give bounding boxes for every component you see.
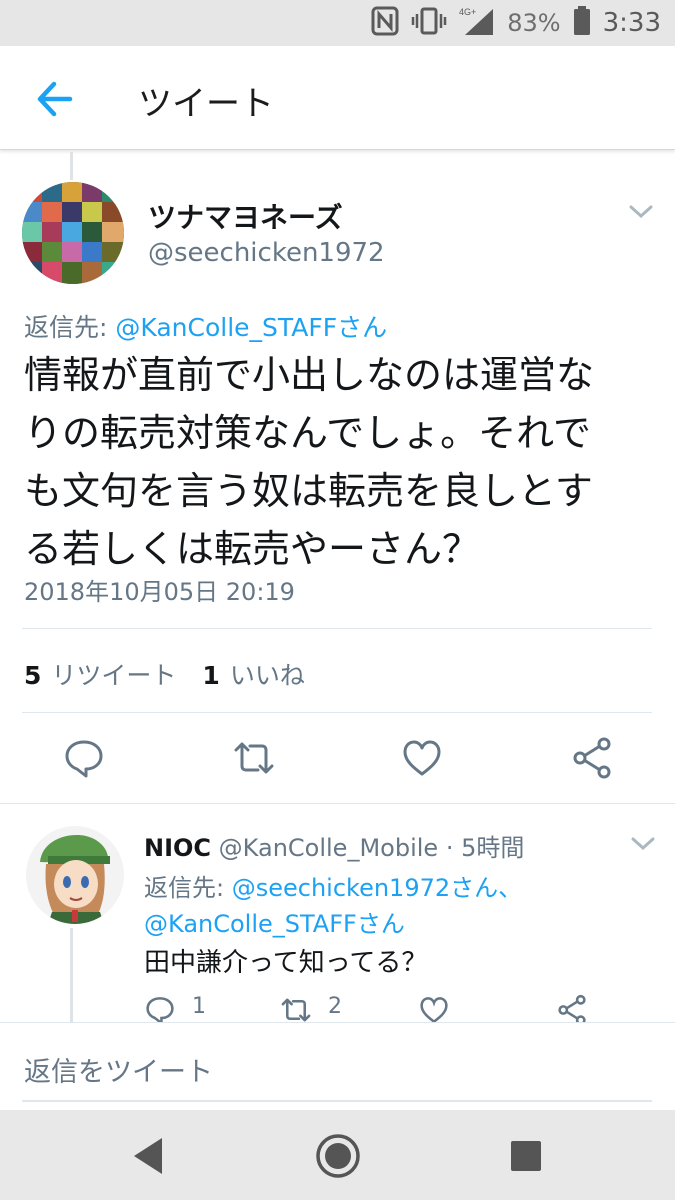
reply-compose-input[interactable]: 返信をツイート — [24, 1050, 213, 1089]
reply-to-link[interactable]: @KanColle_STAFFさん — [115, 313, 387, 342]
reply-icon — [65, 740, 103, 778]
reply-icon — [146, 997, 174, 1022]
reply-like-button[interactable] — [418, 994, 450, 1022]
share-icon — [573, 737, 611, 779]
chevron-down-icon[interactable] — [628, 204, 654, 220]
triangle-back-icon — [134, 1138, 162, 1174]
heart-icon — [403, 740, 441, 776]
tweet-text-line: る若しくは転売やーさん？ — [24, 527, 481, 571]
author-handle[interactable]: @seechicken1972 — [148, 238, 385, 268]
tweet-text-line: 情報が直前で小出しなのは運営な — [24, 353, 595, 397]
divider — [0, 803, 675, 804]
reply-prefix: 返信先: — [24, 313, 116, 342]
nfc-icon — [371, 6, 399, 40]
compose-underline — [22, 1100, 652, 1102]
thread-connector — [70, 152, 73, 180]
like-label: いいね — [229, 661, 305, 690]
reply-prefix: 返信先: — [144, 874, 232, 902]
reply-context: 返信先: @seechicken1972さん、 @KanColle_STAFFさ… — [144, 870, 624, 942]
reply-share-button[interactable] — [556, 994, 588, 1022]
status-icons: 4G+ 83% 3:33 — [371, 0, 661, 46]
tweet-timestamp: 2018年10月05日 20:19 — [24, 578, 295, 606]
nav-recents-button[interactable] — [502, 1132, 550, 1180]
retweet-count: 5 — [24, 661, 42, 690]
reply-to-link[interactable]: @seechicken1972さん、 — [232, 874, 522, 902]
tweet-stats: 5 リツイート 1 いいね — [24, 656, 305, 692]
back-button[interactable] — [28, 76, 84, 122]
reply-to-link[interactable]: @KanColle_STAFFさん — [144, 910, 405, 938]
reply-header: NIOC @KanColle_Mobile · 5時間 — [144, 828, 524, 863]
reply-body: 田中謙介って知ってる？ — [144, 948, 428, 978]
circle-home-icon — [316, 1134, 360, 1178]
reply-context: 返信先: @KanColle_STAFFさん — [24, 308, 387, 344]
share-icon — [558, 994, 586, 1022]
nav-back-button[interactable] — [126, 1132, 174, 1180]
retweet-icon — [281, 998, 311, 1022]
status-bar: 4G+ 83% 3:33 — [0, 0, 675, 46]
reply-actions: 1 2 — [144, 994, 604, 1022]
tweet-text-line: りの転売対策なんでしょ。それで — [24, 411, 591, 455]
reply-avatar[interactable] — [26, 826, 124, 924]
avatar[interactable] — [22, 182, 124, 284]
retweet-button[interactable] — [232, 736, 276, 780]
clock: 3:33 — [602, 8, 661, 38]
reply-count: 1 — [192, 994, 206, 1019]
battery-percent: 83% — [507, 9, 561, 37]
page-title: ツイート — [138, 84, 274, 124]
chevron-down-icon[interactable] — [630, 836, 656, 852]
divider — [0, 1022, 675, 1023]
reply-reply-button[interactable]: 1 — [144, 994, 206, 1022]
reply-retweet-count: 2 — [328, 994, 342, 1019]
like-stat[interactable]: 1 いいね — [202, 656, 304, 692]
retweet-icon — [234, 742, 274, 774]
app-header: ツイート — [0, 46, 675, 150]
vibrate-icon — [411, 6, 447, 40]
separator-dot: · — [438, 834, 462, 862]
arrow-left-icon — [37, 81, 73, 117]
divider — [22, 628, 652, 629]
reply-retweet-button[interactable]: 2 — [280, 994, 342, 1022]
svg-text:4G+: 4G+ — [459, 7, 476, 17]
divider — [22, 712, 652, 713]
tweet-text-line: も文句を言う奴は転売を良しとす — [24, 469, 593, 513]
retweet-label: リツイート — [51, 661, 177, 690]
reply-time: 5時間 — [461, 834, 525, 862]
retweet-stat[interactable]: 5 リツイート — [24, 656, 176, 692]
nav-home-button[interactable] — [314, 1132, 362, 1180]
battery-icon — [573, 6, 591, 40]
share-button[interactable] — [570, 736, 614, 780]
reply-button[interactable] — [62, 736, 106, 780]
like-button[interactable] — [400, 736, 444, 780]
like-count: 1 — [202, 661, 220, 690]
author-name[interactable]: ツナマヨネーズ — [148, 196, 343, 236]
thread-connector — [70, 928, 73, 1022]
android-nav-bar — [0, 1110, 675, 1200]
heart-icon — [420, 997, 448, 1022]
tweet-body: 情報が直前で小出しなのは運営な りの転売対策なんでしょ。それで も文句を言う奴は… — [24, 346, 654, 578]
square-recents-icon — [511, 1141, 541, 1171]
signal-icon: 4G+ — [459, 5, 495, 41]
reply-author-name[interactable]: NIOC — [144, 834, 211, 862]
reply-author-handle[interactable]: @KanColle_Mobile — [219, 834, 439, 862]
